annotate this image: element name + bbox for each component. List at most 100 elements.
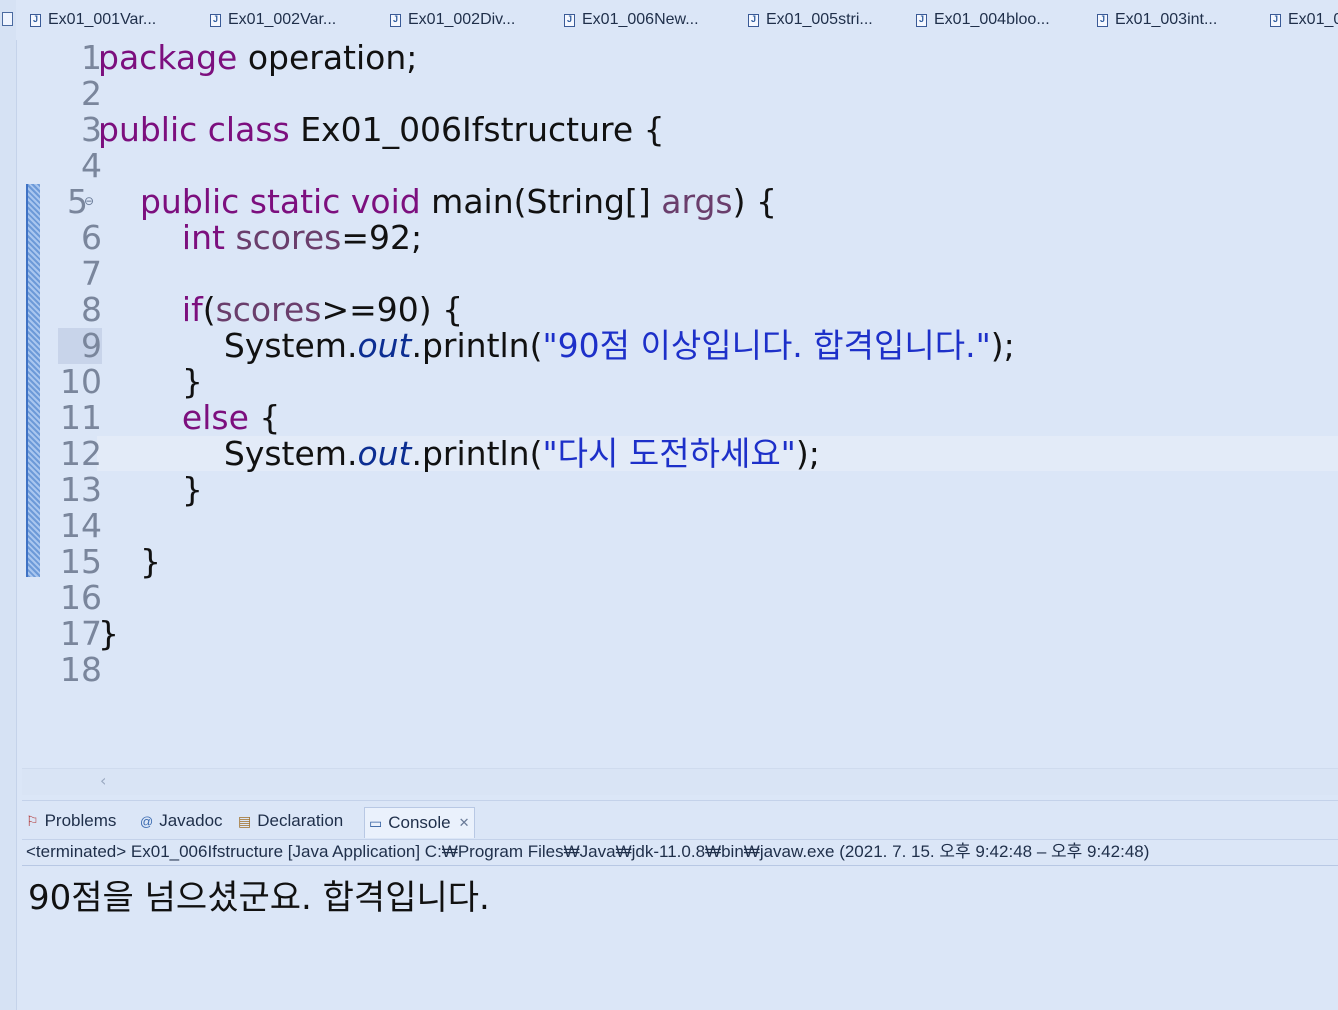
editor-tab[interactable]: Ex01_003int... [1097, 8, 1217, 32]
line-number: 16 [60, 578, 102, 617]
keyword: if [181, 290, 203, 329]
code-token: =92; [341, 218, 423, 257]
editor-tab-bar: Ex01_001Var... Ex01_002Var... Ex01_002Di… [16, 0, 1338, 40]
line-number: 12 [60, 434, 102, 473]
code-token: ( [202, 290, 216, 329]
quick-diff-ruler [26, 184, 40, 577]
code-token: >=90) { [321, 290, 464, 329]
variable: scores [235, 218, 342, 257]
editor-tab-label: Ex01_003int... [1115, 11, 1218, 28]
tab-problems[interactable]: ⚐ Problems [26, 809, 116, 833]
keyword: public class [98, 110, 290, 149]
java-file-icon [748, 13, 759, 27]
console-icon: ▭ [369, 814, 383, 831]
tab-javadoc[interactable]: @ Javadoc [140, 809, 223, 833]
string-literal: "다시 도전하세요" [542, 434, 796, 473]
code-line: public static void main(String[] args) { [98, 184, 777, 220]
java-file-icon [210, 13, 221, 27]
code-token: Ex01_006Ifstructure { [289, 110, 665, 149]
tab-label: Problems [44, 811, 117, 830]
horizontal-scrollbar[interactable]: ‹ [22, 768, 1338, 795]
code-token: ) { [732, 182, 777, 221]
line-number: 17 [60, 614, 102, 653]
line-number: 14 [60, 506, 102, 545]
code-token: System. [223, 434, 358, 473]
keyword: else [181, 398, 249, 437]
code-line: System.out.println("다시 도전하세요"); [98, 436, 820, 472]
java-file-icon [564, 13, 575, 27]
tab-label: Declaration [257, 811, 344, 830]
problems-icon: ⚐ [26, 812, 39, 829]
editor-tab-label: Ex01_002Var... [228, 11, 337, 28]
editor-tab-label: Ex01_004bloo... [934, 11, 1050, 28]
left-strip [0, 0, 17, 1010]
line-number: 18 [60, 650, 102, 689]
java-file-icon [390, 13, 401, 27]
tab-label: Javadoc [159, 811, 223, 830]
console-output[interactable]: 90점을 넘으셨군요. 합격입니다. [22, 866, 1338, 1010]
code-line: } [98, 470, 203, 509]
console-output-line: 90점을 넘으셨군요. 합격입니다. [28, 878, 490, 918]
java-file-icon [1270, 13, 1281, 27]
editor-tab[interactable]: Ex01_001Var... [30, 8, 156, 32]
declaration-icon: ▤ [238, 812, 252, 829]
code-line: } [98, 542, 161, 581]
editor-tab[interactable]: Ex01_002Div... [390, 8, 515, 32]
editor-tab[interactable]: Ex01_002Var... [210, 8, 336, 32]
editor-tab-label: Ex01_006New... [582, 11, 699, 28]
editor-tab-label: Ex01_0 [1288, 11, 1338, 28]
java-file-icon [30, 13, 41, 27]
bottom-panel-tabs: ⚐ Problems @ Javadoc ▤ Declaration ▭ Con… [22, 800, 1338, 840]
code-line: } [98, 362, 203, 401]
line-number: 9 [58, 328, 102, 364]
line-number: 11 [60, 398, 102, 437]
editor-tab[interactable]: Ex01_0 [1270, 8, 1338, 32]
editor-tab-label: Ex01_002Div... [408, 11, 516, 28]
line-number: 15 [60, 542, 102, 581]
tab-label: Console [388, 813, 451, 832]
code-token: operation; [237, 38, 418, 77]
java-file-icon [2, 12, 13, 26]
line-number: 10 [60, 362, 102, 401]
code-line: if(scores>=90) { [98, 292, 463, 328]
code-line: int scores=92; [98, 220, 422, 256]
code-line: public class Ex01_006Ifstructure { [98, 112, 665, 148]
code-token: System. [223, 326, 358, 365]
code-token: .println( [411, 434, 543, 473]
line-number: 7 [81, 254, 102, 293]
keyword: public static void [139, 182, 421, 221]
java-file-icon [1097, 13, 1108, 27]
string-literal: "90점 이상입니다. 합격입니다." [542, 326, 991, 365]
code-editor[interactable]: ⊖ 1 2 3 4 5 6 7 8 9 10 11 12 13 14 15 16… [22, 40, 1338, 795]
editor-tab[interactable]: Ex01_006New... [564, 8, 699, 32]
variable: scores [215, 290, 322, 329]
code-line: package operation; [98, 40, 417, 76]
code-line: } [98, 614, 119, 653]
scroll-left-icon[interactable]: ‹ [100, 771, 106, 790]
line-number: 13 [60, 470, 102, 509]
editor-tab-label: Ex01_005stri... [766, 11, 873, 28]
line-number: 2 [81, 74, 102, 113]
static-field: out [357, 326, 412, 365]
console-process-header: <terminated> Ex01_006Ifstructure [Java A… [22, 839, 1338, 866]
java-file-icon [916, 13, 927, 27]
editor-tab[interactable]: Ex01_005stri... [748, 8, 873, 32]
keyword: int [181, 218, 225, 257]
tab-declaration[interactable]: ▤ Declaration [238, 809, 343, 833]
code-token: { [248, 398, 281, 437]
code-token: ); [990, 326, 1015, 365]
line-number: 5 [67, 182, 88, 221]
close-icon[interactable]: ✕ [459, 815, 470, 831]
editor-tab[interactable]: Ex01_004bloo... [916, 8, 1050, 32]
tab-console[interactable]: ▭ Console ✕ [364, 807, 475, 838]
code-token: main(String[] [420, 182, 662, 221]
code-token: ); [795, 434, 820, 473]
parameter: args [661, 182, 733, 221]
code-line: System.out.println("90점 이상입니다. 합격입니다."); [98, 328, 1015, 364]
